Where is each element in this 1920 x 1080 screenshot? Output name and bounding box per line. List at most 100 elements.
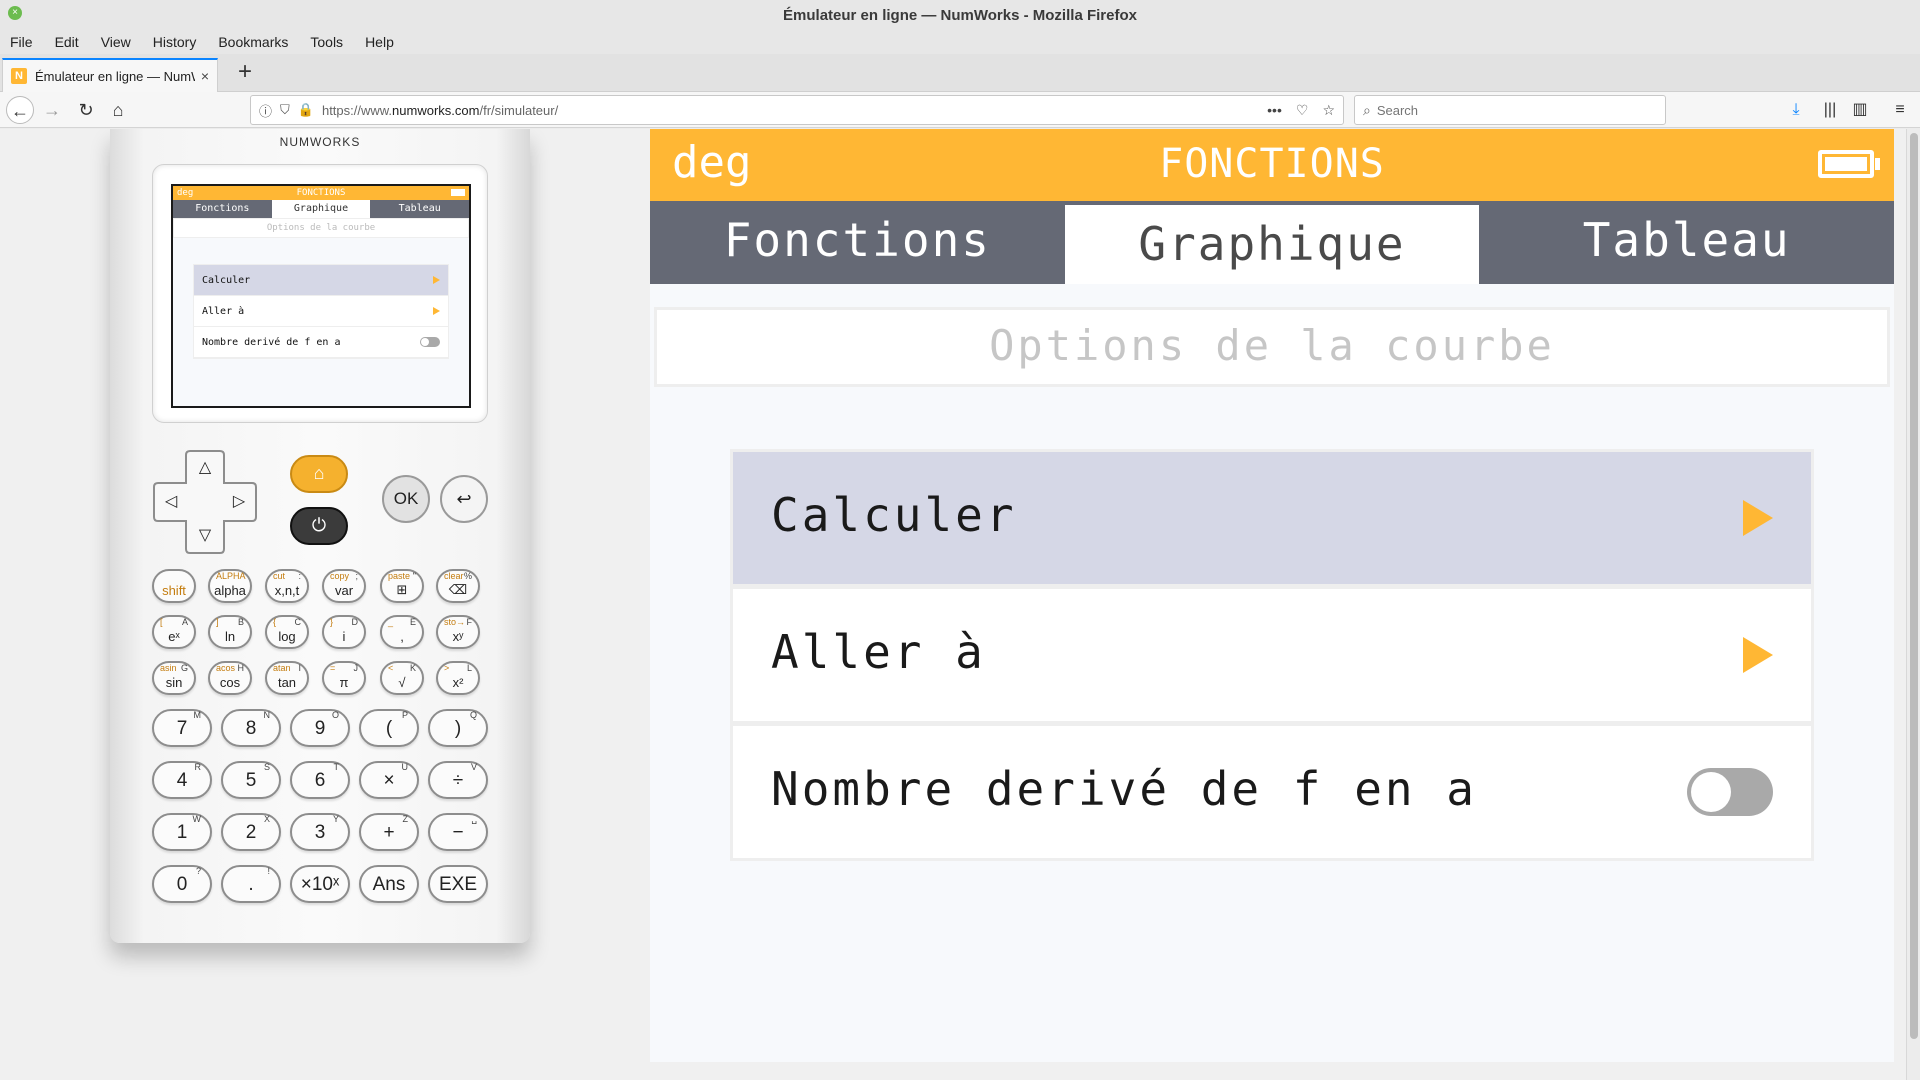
menu-edit[interactable]: Edit bbox=[55, 34, 79, 50]
derivative-toggle[interactable] bbox=[1687, 768, 1773, 816]
tab-graphique[interactable]: Graphique bbox=[1064, 205, 1480, 284]
browser-tab[interactable]: N Émulateur en ligne — NumWorks × bbox=[2, 58, 218, 92]
tab-close-icon[interactable]: × bbox=[201, 68, 209, 84]
scrollbar-thumb[interactable] bbox=[1910, 133, 1918, 1039]
option-calculer[interactable]: Calculer bbox=[733, 452, 1811, 584]
key-minus[interactable]: ␣ − bbox=[428, 813, 488, 851]
key-tan[interactable]: atan Itan bbox=[265, 661, 309, 695]
calculator-screen-bezel: deg FONCTIONS Fonctions Graphique Tablea… bbox=[152, 164, 488, 423]
download-icon[interactable]: ⤓ bbox=[1784, 98, 1808, 122]
key-shift[interactable]: shift bbox=[152, 569, 196, 603]
key-3[interactable]: Y3 bbox=[290, 813, 350, 851]
menu-file[interactable]: File bbox=[10, 34, 33, 50]
window-close-button[interactable]: × bbox=[8, 6, 22, 20]
pocket-icon[interactable]: ♡ bbox=[1296, 102, 1309, 119]
key-lparen[interactable]: P( bbox=[359, 709, 419, 747]
key-multiply[interactable]: U × bbox=[359, 761, 419, 799]
key-sin[interactable]: asin Gsin bbox=[152, 661, 196, 695]
key-exe[interactable]: EXE bbox=[428, 865, 488, 903]
tab-fonctions[interactable]: Fonctions bbox=[650, 201, 1065, 284]
key-9[interactable]: O9 bbox=[290, 709, 350, 747]
key-var[interactable]: copy; var bbox=[322, 569, 366, 603]
url-text[interactable]: https://www.numworks.com/fr/simulateur/ bbox=[322, 103, 1253, 118]
key-ln[interactable]: ] Bln bbox=[208, 615, 252, 649]
home-key[interactable]: ⌂ bbox=[290, 455, 348, 493]
submenu-arrow-icon bbox=[1743, 500, 1773, 536]
key-exp[interactable]: [Aeˣ bbox=[152, 615, 196, 649]
dpad-down-button[interactable]: ▽ bbox=[190, 521, 220, 551]
key-cos[interactable]: acos Hcos bbox=[208, 661, 252, 695]
key-dot[interactable]: !. bbox=[221, 865, 281, 903]
back-button[interactable]: ← bbox=[6, 96, 34, 124]
info-icon[interactable]: ⓘ bbox=[259, 101, 272, 120]
key-plus[interactable]: Z + bbox=[359, 813, 419, 851]
key-6[interactable]: T6 bbox=[290, 761, 350, 799]
option-nombre-derive[interactable]: Nombre derivé de f en a bbox=[733, 726, 1811, 858]
key-comma[interactable]: _ E, bbox=[380, 615, 424, 649]
menu-history[interactable]: History bbox=[153, 34, 197, 50]
key-0[interactable]: ? 0 bbox=[152, 865, 212, 903]
key-4[interactable]: R4 bbox=[152, 761, 212, 799]
key-ans[interactable]: Ans bbox=[359, 865, 419, 903]
tracking-shield-icon[interactable]: ⛉ bbox=[280, 102, 290, 118]
menu-help[interactable]: Help bbox=[365, 34, 394, 50]
key-square[interactable]: > Lx² bbox=[436, 661, 480, 695]
mini-row-aller: Aller à bbox=[194, 296, 448, 326]
menu-view[interactable]: View bbox=[101, 34, 131, 50]
dpad-up-button[interactable]: △ bbox=[190, 453, 220, 483]
tab-strip: N Émulateur en ligne — NumWorks × + bbox=[0, 54, 1920, 92]
key-rparen[interactable]: Q) bbox=[428, 709, 488, 747]
key-divide[interactable]: V ÷ bbox=[428, 761, 488, 799]
back-key[interactable]: ↩ bbox=[440, 475, 488, 523]
new-tab-button[interactable]: + bbox=[230, 58, 260, 88]
mini-tab-tableau: Tableau bbox=[398, 203, 441, 214]
ok-key[interactable]: OK bbox=[382, 475, 430, 523]
library-icon[interactable]: ||| bbox=[1818, 98, 1842, 122]
hamburger-menu-icon[interactable]: ≡ bbox=[1888, 98, 1912, 122]
dpad: △ ▽ ◁ ▷ bbox=[150, 447, 260, 557]
menu-bar: File Edit View History Bookmarks Tools H… bbox=[0, 30, 1920, 54]
option-aller-a[interactable]: Aller à bbox=[733, 589, 1811, 721]
mini-arrow-icon bbox=[433, 307, 440, 315]
url-bar[interactable]: ⓘ ⛉ 🔒 https://www.numworks.com/fr/simula… bbox=[250, 95, 1344, 125]
key-7[interactable]: M7 bbox=[152, 709, 212, 747]
home-button[interactable]: ⌂ bbox=[104, 96, 132, 124]
key-backspace[interactable]: clear% ⌫ bbox=[436, 569, 480, 603]
dpad-left-button[interactable]: ◁ bbox=[156, 487, 186, 517]
reload-button[interactable]: ↻ bbox=[72, 96, 100, 124]
key-pi[interactable]: = Jπ bbox=[322, 661, 366, 695]
navigation-toolbar: ← → ↻ ⌂ ⓘ ⛉ 🔒 https://www.numworks.com/f… bbox=[0, 92, 1920, 128]
key-toolbox[interactable]: paste " ⊞ bbox=[380, 569, 424, 603]
key-ee[interactable]: ×10ˣ bbox=[290, 865, 350, 903]
menu-tools[interactable]: Tools bbox=[310, 34, 343, 50]
search-input[interactable] bbox=[1376, 102, 1657, 118]
bookmark-star-icon[interactable]: ☆ bbox=[1322, 102, 1335, 119]
search-bar[interactable]: ⌕ bbox=[1354, 95, 1666, 125]
search-icon: ⌕ bbox=[1363, 101, 1371, 118]
key-xnt[interactable]: cut: x,n,t bbox=[265, 569, 309, 603]
key-8[interactable]: N8 bbox=[221, 709, 281, 747]
key-sqrt[interactable]: < K √ bbox=[380, 661, 424, 695]
key-log[interactable]: {Clog bbox=[265, 615, 309, 649]
key-2[interactable]: X2 bbox=[221, 813, 281, 851]
key-i[interactable]: } Di bbox=[322, 615, 366, 649]
forward-button[interactable]: → bbox=[38, 96, 66, 124]
key-5[interactable]: S5 bbox=[221, 761, 281, 799]
emulator-screen: deg FONCTIONS Fonctions Graphique Tablea… bbox=[650, 129, 1894, 1062]
sidebar-icon[interactable]: ▥ bbox=[1848, 98, 1872, 122]
mini-tabs: Fonctions Graphique Tableau bbox=[173, 200, 469, 218]
key-power[interactable]: sto→ Fxʸ bbox=[436, 615, 480, 649]
option-label: Aller à bbox=[771, 625, 986, 679]
power-key[interactable]: ⏻ bbox=[290, 507, 348, 545]
lock-icon[interactable]: 🔒 bbox=[298, 102, 314, 118]
page-scrollbar[interactable] bbox=[1906, 129, 1920, 1080]
option-label: Nombre derivé de f en a bbox=[771, 762, 1477, 816]
page-actions-icon[interactable]: ••• bbox=[1267, 102, 1282, 118]
app-tabs: Fonctions Graphique Tableau bbox=[650, 201, 1894, 284]
tab-tableau[interactable]: Tableau bbox=[1479, 201, 1894, 284]
menu-bookmarks[interactable]: Bookmarks bbox=[218, 34, 288, 50]
mini-status-bar: deg FONCTIONS bbox=[173, 186, 469, 200]
key-1[interactable]: W1 bbox=[152, 813, 212, 851]
dpad-right-button[interactable]: ▷ bbox=[224, 487, 254, 517]
key-alpha[interactable]: ALPHA alpha bbox=[208, 569, 252, 603]
